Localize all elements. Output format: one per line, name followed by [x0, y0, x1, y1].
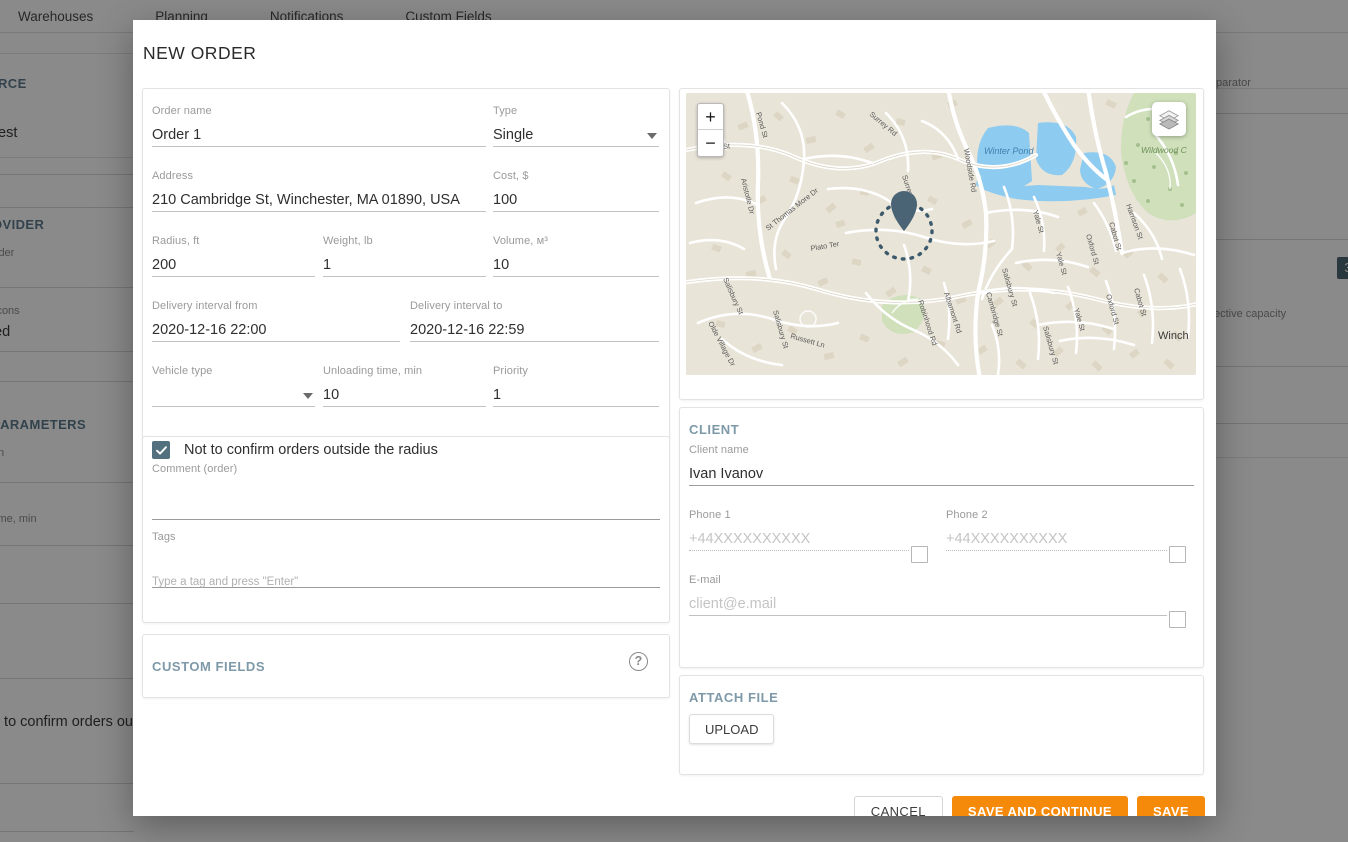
checkbox-checked-icon[interactable]: [152, 441, 170, 459]
order-name-label: Order name: [152, 105, 486, 118]
confirm-radius-checkbox-label: Not to confirm orders outside the radius: [184, 442, 438, 458]
vehicle-type-field: Vehicle type: [152, 365, 315, 407]
order-volume-field: Volume, м³: [493, 235, 659, 277]
order-type-select[interactable]: [493, 125, 659, 147]
save-button[interactable]: SAVE: [1137, 796, 1205, 817]
client-phone2-field: Phone 2: [946, 509, 1167, 551]
client-email-label: E-mail: [689, 574, 1167, 587]
client-phone2-input[interactable]: [946, 529, 1167, 551]
map-zoom-controls[interactable]: + −: [697, 103, 724, 157]
vehicle-type-select[interactable]: [152, 385, 315, 407]
map-water-label: Winter Pond: [984, 146, 1034, 156]
delivery-interval-from-input[interactable]: [152, 320, 400, 342]
plus-icon[interactable]: +: [698, 104, 723, 130]
priority-field: Priority: [493, 365, 659, 407]
map-park-label: Wildwood C: [1141, 145, 1188, 155]
upload-button[interactable]: UPLOAD: [689, 714, 774, 744]
custom-fields-title: CUSTOM FIELDS: [152, 659, 265, 674]
order-address-input[interactable]: [152, 190, 486, 212]
delivery-interval-from-label: Delivery interval from: [152, 300, 400, 313]
client-phone1-checkbox[interactable]: [911, 546, 928, 563]
vehicle-type-label: Vehicle type: [152, 365, 315, 378]
layers-stack-icon[interactable]: [1152, 102, 1186, 136]
screen: Warehouses Planning Notifications Custom…: [0, 0, 1348, 842]
minus-icon[interactable]: −: [698, 130, 723, 156]
order-name-input[interactable]: [152, 125, 486, 147]
order-type-label: Type: [493, 105, 659, 118]
order-volume-input[interactable]: [493, 255, 659, 277]
client-email-field: E-mail: [689, 574, 1167, 616]
comment-field: Comment (order): [152, 463, 660, 520]
priority-label: Priority: [493, 365, 659, 378]
delivery-interval-to-field: Delivery interval to: [410, 300, 659, 342]
delivery-interval-to-label: Delivery interval to: [410, 300, 659, 313]
order-type-field: Type: [493, 105, 659, 147]
client-name-field: Client name: [689, 444, 1194, 486]
save-and-continue-button[interactable]: SAVE AND CONTINUE: [952, 796, 1128, 817]
order-weight-label: Weight, lb: [323, 235, 486, 248]
client-name-label: Client name: [689, 444, 1194, 457]
client-phone1-label: Phone 1: [689, 509, 909, 522]
order-location-map[interactable]: Surrey Rd Surrey Rd Pond St Pond St Wood…: [686, 93, 1196, 375]
unloading-time-input[interactable]: [323, 385, 486, 407]
priority-input[interactable]: [493, 385, 659, 407]
modal-footer: CANCEL SAVE AND CONTINUE SAVE: [133, 785, 1216, 816]
unloading-time-field: Unloading time, min: [323, 365, 486, 407]
order-volume-label: Volume, м³: [493, 235, 659, 248]
confirm-radius-checkbox-row[interactable]: Not to confirm orders outside the radius: [152, 441, 438, 459]
comment-input[interactable]: [152, 498, 660, 520]
client-phone2-checkbox[interactable]: [1169, 546, 1186, 563]
unloading-time-label: Unloading time, min: [323, 365, 486, 378]
delivery-interval-to-input[interactable]: [410, 320, 659, 342]
chevron-down-icon-vehicle[interactable]: [303, 393, 313, 399]
order-radius-label: Radius, ft: [152, 235, 315, 248]
order-cost-label: Cost, $: [493, 170, 659, 183]
client-name-input[interactable]: [689, 464, 1194, 486]
attach-file-title: ATTACH FILE: [689, 690, 778, 705]
order-cost-field: Cost, $: [493, 170, 659, 212]
map-town-label: Winch: [1158, 330, 1189, 342]
client-email-checkbox[interactable]: [1169, 611, 1186, 628]
modal-title: NEW ORDER: [143, 43, 256, 64]
order-radius-field: Radius, ft: [152, 235, 315, 277]
new-order-modal: NEW ORDER Order name Type Address Cost, …: [133, 20, 1216, 816]
order-address-label: Address: [152, 170, 486, 183]
client-title: CLIENT: [689, 422, 739, 437]
tags-hint: Type a tag and press "Enter": [152, 576, 298, 588]
order-cost-input[interactable]: [493, 190, 659, 212]
order-weight-input[interactable]: [323, 255, 486, 277]
comment-label: Comment (order): [152, 463, 660, 476]
order-name-field: Order name: [152, 105, 486, 147]
question-mark-icon[interactable]: ?: [629, 652, 648, 671]
order-weight-field: Weight, lb: [323, 235, 486, 277]
delivery-interval-from-field: Delivery interval from: [152, 300, 400, 342]
order-address-field: Address: [152, 170, 486, 212]
tags-label: Tags: [152, 531, 660, 544]
map-tiles: Surrey Rd Surrey Rd Pond St Pond St Wood…: [686, 93, 1196, 375]
cancel-button[interactable]: CANCEL: [854, 796, 943, 817]
client-phone1-input[interactable]: [689, 529, 909, 551]
client-phone2-label: Phone 2: [946, 509, 1167, 522]
order-radius-input[interactable]: [152, 255, 315, 277]
chevron-down-icon[interactable]: [647, 133, 657, 139]
client-phone1-field: Phone 1: [689, 509, 909, 551]
client-email-input[interactable]: [689, 594, 1167, 616]
